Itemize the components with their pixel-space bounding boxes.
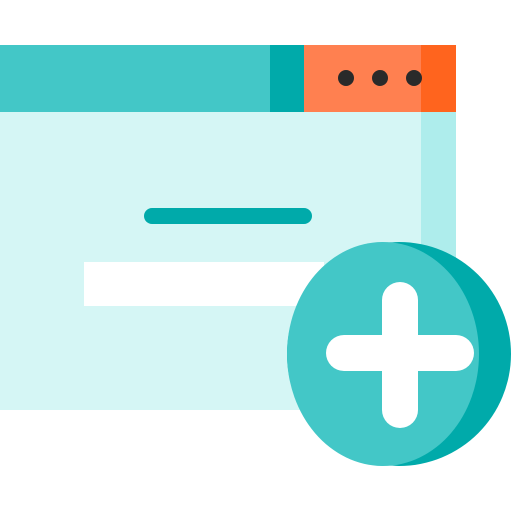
add-window-illustration xyxy=(0,0,512,512)
title-bar-divider xyxy=(270,45,304,112)
plus-icon-horizontal xyxy=(326,335,474,371)
input-placeholder-field xyxy=(84,262,324,306)
window-dot-icon xyxy=(372,70,388,86)
title-bar xyxy=(0,45,270,112)
window-dot-icon xyxy=(338,70,354,86)
window-dot-icon xyxy=(406,70,422,86)
window-controls-edge xyxy=(421,45,456,112)
add-window-icon xyxy=(0,45,511,466)
heading-placeholder-bar xyxy=(144,208,312,224)
add-badge xyxy=(287,242,511,466)
window-controls-area xyxy=(304,45,421,112)
